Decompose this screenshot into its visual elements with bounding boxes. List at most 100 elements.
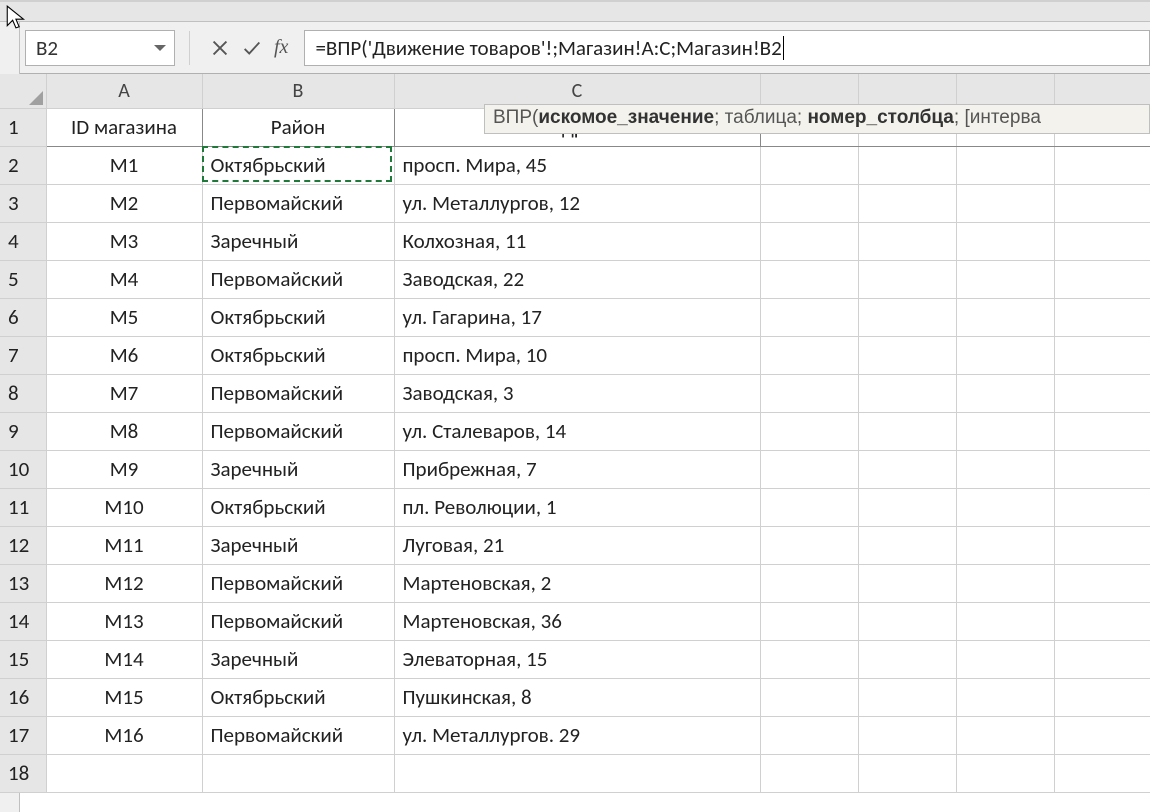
cell[interactable] (1054, 298, 1150, 336)
cell[interactable] (956, 488, 1054, 526)
cell[interactable] (1054, 564, 1150, 602)
row-header[interactable]: 11 (0, 488, 46, 526)
cell[interactable]: Первомайский (202, 602, 394, 640)
cell[interactable]: M1 (46, 146, 202, 184)
cell[interactable]: Мартеновская, 36 (394, 602, 760, 640)
cell[interactable] (1054, 488, 1150, 526)
cell[interactable] (858, 678, 956, 716)
cell[interactable]: M8 (46, 412, 202, 450)
cell[interactable] (858, 374, 956, 412)
row-header[interactable]: 15 (0, 640, 46, 678)
cell[interactable] (956, 374, 1054, 412)
cell[interactable] (1054, 602, 1150, 640)
column-header[interactable]: A (46, 74, 202, 108)
row-header[interactable]: 17 (0, 716, 46, 754)
column-header[interactable] (1054, 74, 1150, 108)
cell[interactable]: Заводская, 3 (394, 374, 760, 412)
row-header[interactable]: 10 (0, 450, 46, 488)
cell[interactable]: Луговая, 21 (394, 526, 760, 564)
cell[interactable] (858, 184, 956, 222)
cell[interactable] (858, 412, 956, 450)
enter-button[interactable] (236, 30, 268, 66)
cell[interactable] (858, 450, 956, 488)
cell[interactable] (858, 488, 956, 526)
cell[interactable]: Заводская, 22 (394, 260, 760, 298)
cell[interactable]: Октябрьский (202, 488, 394, 526)
cell[interactable] (1054, 526, 1150, 564)
cell[interactable] (760, 754, 858, 792)
cell[interactable]: M7 (46, 374, 202, 412)
cell[interactable]: Район (202, 108, 394, 146)
cell[interactable]: Первомайский (202, 716, 394, 754)
row-header[interactable]: 3 (0, 184, 46, 222)
cell[interactable]: Первомайский (202, 564, 394, 602)
cell[interactable] (858, 640, 956, 678)
fx-label[interactable]: fx (274, 36, 288, 59)
cell[interactable]: Заречный (202, 222, 394, 260)
cell[interactable] (956, 336, 1054, 374)
cell[interactable]: M11 (46, 526, 202, 564)
cell[interactable] (1054, 222, 1150, 260)
cell[interactable] (760, 222, 858, 260)
cell[interactable]: Заречный (202, 450, 394, 488)
cell[interactable]: M6 (46, 336, 202, 374)
row-header[interactable]: 14 (0, 602, 46, 640)
cell[interactable]: Заречный (202, 640, 394, 678)
row-header[interactable]: 1 (0, 108, 46, 146)
cell[interactable]: Мартеновская, 2 (394, 564, 760, 602)
cell[interactable]: ул. Металлургов. 29 (394, 716, 760, 754)
cell[interactable]: M12 (46, 564, 202, 602)
cell[interactable]: M5 (46, 298, 202, 336)
column-header[interactable]: B (202, 74, 394, 108)
cell[interactable]: M2 (46, 184, 202, 222)
cell[interactable] (202, 754, 394, 792)
cell[interactable] (858, 222, 956, 260)
cell[interactable] (1054, 754, 1150, 792)
cell[interactable] (858, 146, 956, 184)
cell[interactable] (760, 336, 858, 374)
cell[interactable] (760, 298, 858, 336)
cell[interactable]: ул. Металлургов, 12 (394, 184, 760, 222)
cell[interactable]: Колхозная, 11 (394, 222, 760, 260)
cell[interactable] (760, 640, 858, 678)
cell[interactable]: M14 (46, 640, 202, 678)
cell[interactable] (1054, 260, 1150, 298)
row-header[interactable]: 18 (0, 754, 46, 792)
cell[interactable]: Элеваторная, 15 (394, 640, 760, 678)
cell[interactable] (1054, 716, 1150, 754)
cell[interactable]: Первомайский (202, 260, 394, 298)
cell[interactable] (1054, 678, 1150, 716)
cell[interactable]: Октябрьский (202, 336, 394, 374)
row-header[interactable]: 5 (0, 260, 46, 298)
formula-input[interactable]: =ВПР('Движение товаров'!;Магазин!A:C;Маг… (304, 30, 1150, 66)
cell[interactable] (760, 564, 858, 602)
cell[interactable]: ул. Гагарина, 17 (394, 298, 760, 336)
cell[interactable] (956, 754, 1054, 792)
cell[interactable] (760, 184, 858, 222)
cell[interactable]: ул. Сталеваров, 14 (394, 412, 760, 450)
cell[interactable] (956, 412, 1054, 450)
cell[interactable] (1054, 640, 1150, 678)
cell[interactable] (858, 336, 956, 374)
cell[interactable]: Заречный (202, 526, 394, 564)
cell[interactable] (760, 450, 858, 488)
column-header[interactable] (858, 74, 956, 108)
cell[interactable]: пл. Революции, 1 (394, 488, 760, 526)
row-header[interactable]: 16 (0, 678, 46, 716)
column-header[interactable] (956, 74, 1054, 108)
cell[interactable] (956, 602, 1054, 640)
row-header[interactable]: 13 (0, 564, 46, 602)
cell[interactable] (858, 564, 956, 602)
cell[interactable] (956, 450, 1054, 488)
cell[interactable] (956, 564, 1054, 602)
cell[interactable] (956, 260, 1054, 298)
cell[interactable] (760, 602, 858, 640)
cell[interactable] (956, 716, 1054, 754)
cell[interactable]: Пушкинская, 8 (394, 678, 760, 716)
cell[interactable]: просп. Мира, 10 (394, 336, 760, 374)
cell[interactable] (760, 716, 858, 754)
cell[interactable] (956, 526, 1054, 564)
cell[interactable]: Первомайский (202, 412, 394, 450)
column-header[interactable] (760, 74, 858, 108)
cell[interactable]: Октябрьский (202, 678, 394, 716)
